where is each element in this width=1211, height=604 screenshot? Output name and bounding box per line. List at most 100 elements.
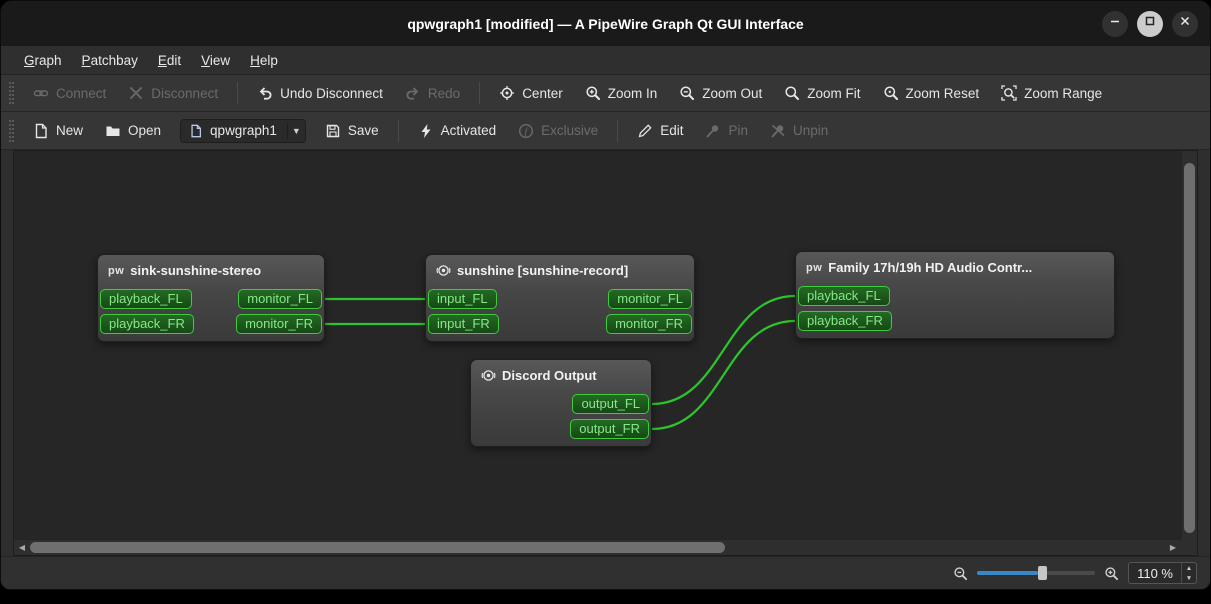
menu-help[interactable]: Help bbox=[241, 49, 287, 72]
pin-icon bbox=[705, 123, 721, 139]
graph-area: pw sink-sunshine-stereo playback_FL playbac… bbox=[13, 150, 1198, 556]
save-button[interactable]: Save bbox=[314, 117, 390, 145]
activated-label: Activated bbox=[440, 123, 497, 138]
redo-icon bbox=[405, 85, 421, 101]
disconnect-button[interactable]: Disconnect bbox=[117, 79, 229, 107]
new-label: New bbox=[56, 123, 84, 138]
zoom-reset-label: Zoom Reset bbox=[905, 85, 980, 101]
horizontal-scrollbar-track[interactable] bbox=[30, 540, 1165, 555]
toolbar-separator bbox=[237, 82, 239, 104]
new-file-icon bbox=[33, 123, 49, 139]
port-family-playback_FR[interactable]: playback_FR bbox=[798, 311, 892, 331]
zoom-percent-spinbox[interactable]: 110 % ▲ ▼ bbox=[1128, 562, 1197, 584]
port-sink-monitor_FL[interactable]: monitor_FL bbox=[238, 289, 322, 309]
zoom-out-icon bbox=[679, 85, 695, 101]
spinbox-arrows[interactable]: ▲ ▼ bbox=[1181, 563, 1196, 583]
zoom-fit-label: Zoom Fit bbox=[807, 85, 861, 101]
port-sunshine-monitor_FL[interactable]: monitor_FL bbox=[608, 289, 692, 309]
node-title: Family 17h/19h HD Audio Contr... bbox=[828, 260, 1033, 275]
zoom-fit-button[interactable]: Zoom Fit bbox=[773, 79, 871, 107]
port-sunshine-monitor_FR[interactable]: monitor_FR bbox=[606, 314, 692, 334]
port-sink-playback_FL[interactable]: playback_FL bbox=[100, 289, 192, 309]
vertical-scrollbar-thumb[interactable] bbox=[1184, 163, 1195, 533]
port-sink-playback_FR[interactable]: playback_FR bbox=[100, 314, 194, 334]
save-label: Save bbox=[347, 123, 379, 138]
scroll-right-arrow-icon[interactable]: ▶ bbox=[1165, 540, 1181, 555]
patchbay-selector[interactable]: qpwgraph1 ▼ bbox=[180, 118, 306, 143]
exclusive-label: Exclusive bbox=[541, 123, 599, 138]
open-button[interactable]: Open bbox=[94, 117, 172, 145]
menu-view[interactable]: View bbox=[192, 49, 239, 72]
zoom-slider[interactable] bbox=[977, 566, 1096, 580]
open-folder-icon bbox=[105, 123, 121, 139]
edit-toggle[interactable]: Edit bbox=[626, 117, 694, 145]
new-button[interactable]: New bbox=[22, 117, 94, 145]
graph-node-sunshine[interactable]: sunshine [sunshine-record] input_FL input_… bbox=[425, 254, 695, 342]
zoom-reset-button[interactable]: Zoom Reset bbox=[872, 79, 991, 107]
zoom-in-label: Zoom In bbox=[607, 85, 658, 101]
chevron-down-icon[interactable]: ▼ bbox=[286, 122, 305, 139]
menu-edit[interactable]: Edit bbox=[149, 49, 190, 72]
zoom-in-button[interactable]: Zoom In bbox=[574, 79, 669, 107]
center-label: Center bbox=[522, 85, 563, 101]
zoom-in-icon bbox=[585, 85, 601, 101]
connect-label: Connect bbox=[56, 85, 107, 101]
maximize-icon bbox=[1143, 14, 1157, 33]
horizontal-scrollbar-thumb[interactable] bbox=[30, 542, 725, 553]
undo-disconnect-button[interactable]: Undo Disconnect bbox=[246, 79, 394, 107]
node-title: sink-sunshine-stereo bbox=[130, 263, 262, 278]
zoom-reset-icon bbox=[883, 85, 899, 101]
minimize-button[interactable] bbox=[1102, 10, 1128, 37]
spin-up-icon[interactable]: ▲ bbox=[1182, 563, 1196, 573]
patchbay-file-icon bbox=[188, 123, 204, 139]
zoom-slider-fill bbox=[977, 571, 1039, 575]
unpin-button[interactable]: Unpin bbox=[759, 117, 839, 145]
port-discord-output_FL[interactable]: output_FL bbox=[572, 394, 649, 414]
port-family-playback_FL[interactable]: playback_FL bbox=[798, 286, 890, 306]
window-controls bbox=[1102, 1, 1198, 46]
graph-node-sink[interactable]: pw sink-sunshine-stereo playback_FL playbac… bbox=[97, 254, 325, 342]
graph-node-family[interactable]: pw Family 17h/19h HD Audio Contr... playba… bbox=[795, 251, 1115, 339]
vertical-scrollbar[interactable] bbox=[1181, 151, 1197, 539]
center-button[interactable]: Center bbox=[488, 79, 574, 107]
application-stream-icon bbox=[436, 263, 451, 278]
zoom-range-button[interactable]: Zoom Range bbox=[990, 79, 1113, 107]
menu-graph[interactable]: Graph bbox=[15, 49, 71, 72]
port-sunshine-input_FL[interactable]: input_FL bbox=[428, 289, 497, 309]
connect-button[interactable]: Connect bbox=[22, 79, 117, 107]
close-button[interactable] bbox=[1172, 10, 1198, 37]
zoom-fit-icon bbox=[784, 85, 800, 101]
toolbar-separator bbox=[617, 119, 619, 142]
edges-svg bbox=[325, 294, 796, 431]
activated-toggle[interactable]: Activated bbox=[407, 117, 508, 145]
toolbar-drag-handle[interactable] bbox=[9, 82, 14, 104]
exclusive-icon: f bbox=[518, 123, 534, 139]
toolbar-separator bbox=[479, 82, 481, 104]
graph-node-discord[interactable]: Discord Output output_FL output_FR bbox=[470, 359, 652, 447]
undo-icon bbox=[257, 85, 273, 101]
unpin-icon bbox=[770, 123, 786, 139]
maximize-button[interactable] bbox=[1137, 10, 1163, 37]
redo-label: Redo bbox=[427, 85, 461, 101]
toolbar-drag-handle[interactable] bbox=[9, 119, 14, 142]
titlebar[interactable]: qpwgraph1 [modified] — A PipeWire Graph … bbox=[1, 1, 1210, 46]
graph-canvas[interactable]: pw sink-sunshine-stereo playback_FL playbac… bbox=[14, 151, 1181, 539]
zoom-out-button[interactable]: Zoom Out bbox=[668, 79, 773, 107]
menu-patchbay[interactable]: Patchbay bbox=[73, 49, 147, 72]
connect-icon bbox=[33, 85, 49, 101]
redo-button[interactable]: Redo bbox=[394, 79, 471, 107]
port-sink-monitor_FR[interactable]: monitor_FR bbox=[236, 314, 322, 334]
exclusive-toggle[interactable]: f Exclusive bbox=[507, 117, 609, 145]
scroll-left-arrow-icon[interactable]: ◀ bbox=[14, 540, 30, 555]
center-icon bbox=[499, 85, 515, 101]
port-sunshine-input_FR[interactable]: input_FR bbox=[428, 314, 499, 334]
zoom-percent-value: 110 % bbox=[1137, 565, 1173, 581]
port-discord-output_FR[interactable]: output_FR bbox=[570, 419, 649, 439]
zoom-slider-handle[interactable] bbox=[1038, 566, 1048, 580]
window-title: qpwgraph1 [modified] — A PipeWire Graph … bbox=[407, 15, 804, 32]
zoom-in-small-icon[interactable] bbox=[1104, 566, 1119, 581]
pin-button[interactable]: Pin bbox=[694, 117, 759, 145]
zoom-out-small-icon[interactable] bbox=[953, 566, 968, 581]
spin-down-icon[interactable]: ▼ bbox=[1182, 573, 1196, 583]
horizontal-scrollbar[interactable]: ◀ ▶ bbox=[14, 539, 1181, 555]
